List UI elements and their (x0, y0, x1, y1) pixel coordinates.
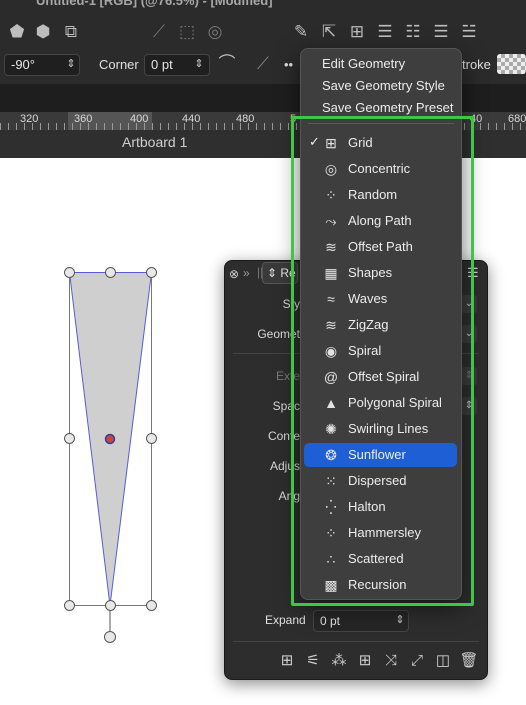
nodes-icon[interactable]: ⁂ (329, 651, 349, 671)
highlight-outline (291, 116, 474, 606)
angle-stepper[interactable]: ⇕ (64, 55, 78, 73)
open-external-icon[interactable]: ⇱ (318, 22, 340, 42)
rotation-handle[interactable] (104, 631, 116, 643)
resize-handle[interactable] (146, 267, 157, 278)
spacing-label: Spac (272, 399, 300, 413)
shape-intersect-icon[interactable]: ⧉ (60, 22, 82, 42)
repeat-tool-icon[interactable]: ⊞ (346, 22, 368, 42)
resize-handle[interactable] (146, 433, 157, 444)
resize-handle[interactable] (105, 267, 116, 278)
align-right-icon[interactable]: ☱ (458, 22, 480, 42)
resize-handle[interactable] (64, 267, 75, 278)
extend-label: Exte (275, 369, 300, 383)
window-title: Untitled-1 [RGB] (@76.5%) - [Modified] (36, 0, 273, 8)
stroke-swatch[interactable] (497, 54, 526, 74)
more-options[interactable]: •• (284, 57, 293, 72)
shape-union-icon[interactable]: ⬟ (6, 22, 28, 42)
shuffle-icon[interactable]: ⤨ (381, 651, 401, 671)
stroke-label: troke (462, 57, 491, 72)
corner-label: Corner (99, 57, 139, 72)
sliders-icon[interactable]: ⚟ (303, 651, 323, 671)
spiral-tool-icon[interactable]: ◎ (204, 22, 226, 42)
align-bottom-icon[interactable]: ☷ (402, 22, 424, 42)
resize-handle[interactable] (105, 600, 116, 611)
adjust-label: Adjus (269, 459, 300, 473)
ruler-tick-label: 400 (130, 113, 149, 125)
align-left-icon[interactable]: ☰ (430, 22, 452, 42)
resize-handle[interactable] (64, 600, 75, 611)
corner-curve-icon[interactable]: ⌒ (216, 54, 238, 74)
trash-icon[interactable]: 🗑 (459, 651, 479, 671)
ruler-tick-label: 680 (508, 113, 526, 125)
style-label: Sty (282, 297, 300, 311)
geometry-label: Geomet (257, 327, 300, 341)
triangle-shape[interactable] (60, 264, 164, 648)
collapse-panel-icon[interactable]: » (243, 266, 250, 280)
add-icon[interactable]: ⊞ (277, 651, 297, 671)
ruler-tick-label: 320 (20, 113, 39, 125)
resize-handle[interactable] (64, 433, 75, 444)
corner-stepper[interactable]: ⇕ (192, 55, 206, 73)
edit-icon[interactable]: ✎ (290, 22, 312, 42)
ruler-tick-label: 360 (74, 113, 93, 125)
brush-icon[interactable]: ⟋ (148, 22, 170, 42)
menu-edit-geometry[interactable]: Edit Geometry (322, 56, 405, 71)
ruler-tick-label: 440 (182, 113, 201, 125)
expand-arrows-icon[interactable]: ⤢ (407, 651, 427, 671)
grid-view-icon[interactable]: ⊞ (355, 651, 375, 671)
menu-save-geometry-style[interactable]: Save Geometry Style (322, 78, 445, 93)
shape-subtract-icon[interactable]: ⬢ (32, 22, 54, 42)
align-top-icon[interactable]: ☰ (374, 22, 396, 42)
corner-style-icon[interactable]: ⟋ (252, 54, 274, 74)
expand-label: Expand (265, 613, 306, 627)
split-view-icon[interactable]: ◫ (433, 651, 453, 671)
ruler-tick-label: 480 (236, 113, 255, 125)
menu-save-geometry-preset[interactable]: Save Geometry Preset (322, 100, 454, 115)
artboard-label[interactable]: Artboard 1 (122, 134, 187, 150)
panel-divider (233, 641, 479, 642)
content-label: Conte (267, 429, 300, 443)
close-panel-icon[interactable]: ⊗ (229, 267, 239, 281)
expand-stepper[interactable]: ⇕ (393, 611, 407, 629)
angle-label: Ang (278, 489, 300, 503)
resize-handle[interactable] (146, 600, 157, 611)
transform-icon[interactable]: ⬚ (176, 22, 198, 42)
